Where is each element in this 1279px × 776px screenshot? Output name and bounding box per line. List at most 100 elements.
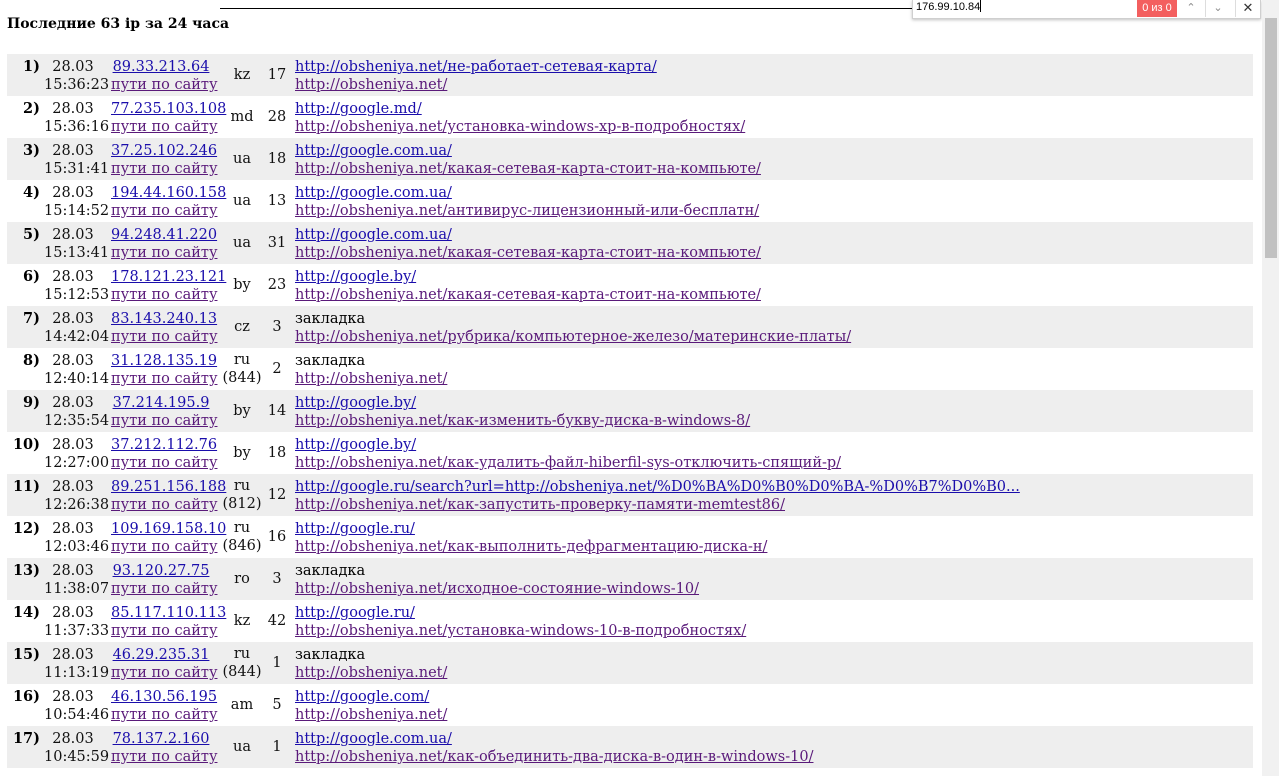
referrer-link[interactable]: http://google.by/: [295, 436, 841, 454]
referrer-link[interactable]: http://google.com.ua/: [295, 226, 761, 244]
landing-page-link[interactable]: http://obsheniya.net/какая-сетевая-карта…: [295, 286, 761, 304]
ip-link[interactable]: 46.29.235.31: [111, 646, 211, 664]
visit-time: 15:12:53: [44, 287, 110, 303]
site-paths-link[interactable]: пути по сайту: [111, 706, 217, 724]
site-paths-link[interactable]: пути по сайту: [111, 664, 217, 682]
site-paths-link[interactable]: пути по сайту: [111, 328, 217, 346]
ip-link[interactable]: 194.44.160.158: [111, 184, 226, 202]
landing-page-link[interactable]: http://obsheniya.net/: [295, 76, 657, 94]
landing-page-link[interactable]: http://obsheniya.net/как-удалить-файл-hi…: [295, 454, 841, 472]
referrer-cell: http://google.com/http://obsheniya.net/: [295, 688, 447, 724]
ip-link[interactable]: 46.130.56.195: [111, 688, 217, 706]
referrer-link[interactable]: http://google.ru/search?url=http://obshe…: [295, 478, 1020, 496]
ip-cell: 46.130.56.195 пути по сайту: [111, 688, 217, 724]
ip-link[interactable]: 85.117.110.113: [111, 604, 226, 622]
site-paths-link[interactable]: пути по сайту: [111, 412, 217, 430]
site-paths-link[interactable]: пути по сайту: [111, 622, 217, 640]
ip-link[interactable]: 83.143.240.13: [111, 310, 217, 328]
landing-page-link[interactable]: http://obsheniya.net/: [295, 706, 447, 724]
site-paths-link[interactable]: пути по сайту: [111, 496, 217, 514]
scrollbar-thumb[interactable]: [1265, 18, 1277, 258]
visit-date: 28.03: [52, 479, 94, 495]
table-row: 8) 28.03 12:40:14 31.128.135.19 пути по сайт…: [7, 348, 1253, 390]
landing-page-link[interactable]: http://obsheniya.net/как-объединить-два-…: [295, 748, 813, 766]
site-paths-link[interactable]: пути по сайту: [111, 202, 217, 220]
site-paths-link[interactable]: пути по сайту: [111, 118, 217, 136]
referrer-link[interactable]: http://google.by/: [295, 268, 761, 286]
visit-date: 28.03: [52, 647, 94, 663]
hit-count: 31: [267, 235, 287, 251]
referrer-link[interactable]: http://google.com/: [295, 688, 447, 706]
landing-page-link[interactable]: http://obsheniya.net/установка-windows-1…: [295, 622, 746, 640]
hit-count: 1: [272, 739, 282, 755]
referrer-link[interactable]: http://google.ru/: [295, 520, 767, 538]
landing-page-link[interactable]: http://obsheniya.net/исходное-состояние-…: [295, 580, 699, 598]
chevron-up-icon[interactable]: ⌃: [1179, 0, 1203, 17]
hit-count: 3: [272, 571, 282, 587]
ip-link[interactable]: 109.169.158.10: [111, 520, 226, 538]
landing-page-link[interactable]: http://obsheniya.net/какая-сетевая-карта…: [295, 160, 761, 178]
hit-count: 2: [272, 361, 282, 377]
ip-link[interactable]: 178.121.23.121: [111, 268, 226, 286]
visit-date: 28.03: [52, 143, 94, 159]
ip-link[interactable]: 78.137.2.160: [111, 730, 211, 748]
referrer-link[interactable]: http://google.com.ua/: [295, 184, 759, 202]
visit-date: 28.03: [52, 395, 94, 411]
referrer-cell: http://google.com.ua/http://obsheniya.ne…: [295, 730, 813, 766]
landing-page-link[interactable]: http://obsheniya.net/: [295, 664, 447, 682]
ip-link[interactable]: 89.33.213.64: [111, 58, 211, 76]
referrer-link[interactable]: http://google.com.ua/: [295, 142, 761, 160]
landing-page-link[interactable]: http://obsheniya.net/как-запустить-прове…: [295, 496, 1020, 514]
close-icon[interactable]: ✕: [1235, 0, 1260, 17]
ip-link[interactable]: 37.212.112.76: [111, 436, 217, 454]
ip-link[interactable]: 37.214.195.9: [111, 394, 211, 412]
visit-datetime: 28.03 12:35:54: [44, 394, 109, 430]
find-input[interactable]: 176.99.10.84: [916, 0, 1136, 17]
landing-page-link[interactable]: http://obsheniya.net/рубрика/компьютерно…: [295, 328, 851, 346]
site-paths-link[interactable]: пути по сайту: [111, 580, 217, 598]
ip-link[interactable]: 89.251.156.188: [111, 478, 226, 496]
site-paths-link[interactable]: пути по сайту: [111, 454, 217, 472]
landing-page-link[interactable]: http://obsheniya.net/: [295, 370, 447, 388]
ip-cell: 83.143.240.13 пути по сайту: [111, 310, 217, 346]
site-paths-link[interactable]: пути по сайту: [111, 160, 217, 178]
visit-date: 28.03: [52, 185, 94, 201]
site-paths-link[interactable]: пути по сайту: [111, 286, 217, 304]
referrer-link[interactable]: http://google.com.ua/: [295, 730, 813, 748]
hit-count: 18: [267, 151, 287, 167]
country-cell: ua: [219, 726, 265, 768]
ip-link[interactable]: 31.128.135.19: [111, 352, 217, 370]
referrer-link[interactable]: http://obsheniya.net/не-работает-сетевая…: [295, 58, 657, 76]
ip-cell: 94.248.41.220 пути по сайту: [111, 226, 217, 262]
ip-link[interactable]: 94.248.41.220: [111, 226, 217, 244]
row-number: 6): [23, 268, 40, 285]
row-number: 1): [23, 58, 40, 75]
visit-time: 12:26:38: [44, 497, 110, 513]
site-paths-link[interactable]: пути по сайту: [111, 244, 217, 262]
ip-link[interactable]: 77.235.103.108: [111, 100, 226, 118]
visit-datetime: 28.03 12:26:38: [44, 478, 110, 514]
site-paths-link[interactable]: пути по сайту: [111, 76, 217, 94]
ip-cell: 89.251.156.188 пути по сайту: [111, 478, 226, 514]
landing-page-link[interactable]: http://obsheniya.net/как-выполнить-дефра…: [295, 538, 767, 556]
site-paths-link[interactable]: пути по сайту: [111, 538, 217, 556]
row-number: 12): [12, 520, 40, 537]
vertical-scrollbar[interactable]: [1262, 0, 1279, 776]
row-number: 15): [12, 646, 40, 663]
ip-link[interactable]: 93.120.27.75: [111, 562, 211, 580]
landing-page-link[interactable]: http://obsheniya.net/какая-сетевая-карта…: [295, 244, 761, 262]
table-row: 11) 28.03 12:26:38 89.251.156.188 пути по са…: [7, 474, 1253, 516]
landing-page-link[interactable]: http://obsheniya.net/антивирус-лицензион…: [295, 202, 759, 220]
site-paths-link[interactable]: пути по сайту: [111, 748, 217, 766]
referrer-link[interactable]: http://google.by/: [295, 394, 750, 412]
ip-link[interactable]: 37.25.102.246: [111, 142, 217, 160]
site-paths-link[interactable]: пути по сайту: [111, 370, 217, 388]
chevron-down-icon[interactable]: ⌄: [1205, 0, 1230, 17]
landing-page-link[interactable]: http://obsheniya.net/установка-windows-x…: [295, 118, 745, 136]
table-row: 15) 28.03 11:13:19 46.29.235.31 пути по сайт…: [7, 642, 1253, 684]
region-code: (846): [222, 538, 262, 554]
landing-page-link[interactable]: http://obsheniya.net/как-изменить-букву-…: [295, 412, 750, 430]
row-number: 8): [23, 352, 40, 369]
referrer-link[interactable]: http://google.ru/: [295, 604, 746, 622]
referrer-link[interactable]: http://google.md/: [295, 100, 745, 118]
